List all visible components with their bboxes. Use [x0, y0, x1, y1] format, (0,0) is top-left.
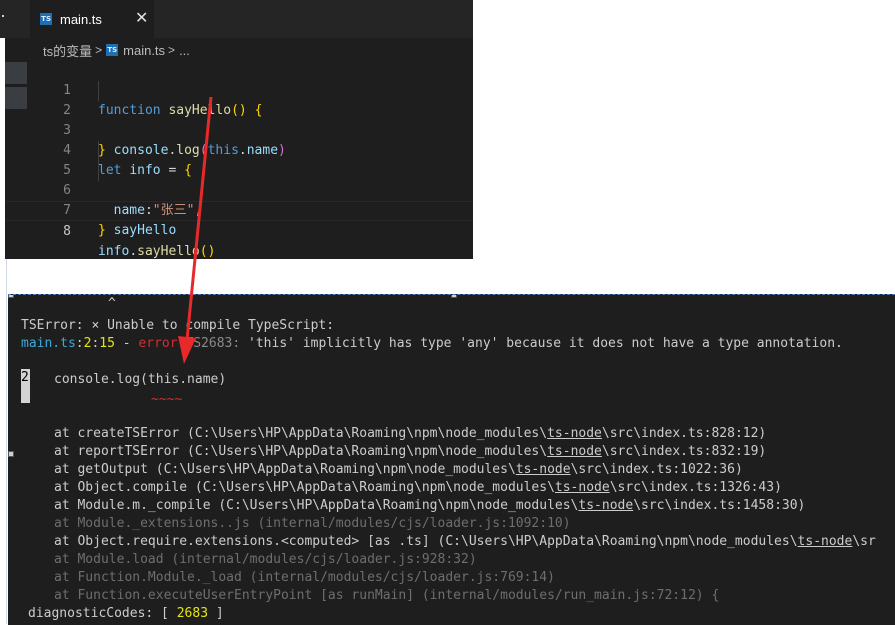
- caret-marker: ^: [108, 296, 116, 311]
- indent-guide: [98, 81, 99, 101]
- chevron-right-icon: >: [95, 43, 103, 57]
- stack-frame: at Function.executeUserEntryPoint [as ru…: [54, 588, 720, 603]
- selection-handle[interactable]: [8, 295, 14, 298]
- code-line[interactable]: 4 let info = {: [5, 121, 473, 178]
- error-location-line: main.ts:2:15 - error TS2683: 'this' impl…: [21, 336, 843, 351]
- stack-frame: at Module.load (internal/modules/cjs/loa…: [54, 552, 477, 567]
- breadcrumb-more[interactable]: ...: [179, 43, 190, 58]
- code-text: info.sayHello(): [98, 244, 216, 259]
- terminal-output[interactable]: ^ TSError: × Unable to compile TypeScrip…: [8, 294, 895, 625]
- left-edge-dot: [2, 15, 4, 17]
- indent-guide: [98, 141, 99, 161]
- code-line[interactable]: 5 name:"张三",: [5, 141, 473, 218]
- stack-frame: at createTSError (C:\Users\HP\AppData\Ro…: [54, 426, 767, 441]
- stack-frame: at Function.Module._load (internal/modul…: [54, 570, 555, 585]
- code-text: }: [98, 223, 106, 238]
- stack-frame: at Object.require.extensions.<computed> …: [54, 534, 876, 549]
- code-line[interactable]: 6 sayHello: [5, 161, 473, 238]
- stack-frame: at getOutput (C:\Users\HP\AppData\Roamin…: [54, 462, 743, 477]
- code-line[interactable]: 7 }: [5, 181, 473, 238]
- breadcrumb: ts的变量 > TS main.ts > ...: [43, 41, 190, 59]
- code-line-active[interactable]: 8 info.sayHello(): [5, 201, 473, 259]
- indent-guide: [98, 161, 99, 181]
- code-line[interactable]: 3 }: [5, 101, 473, 158]
- ts-file-icon: TS: [40, 13, 52, 25]
- diagnostic-codes-line: diagnosticCodes: [ 2683 ]: [28, 606, 224, 621]
- stack-frame: at Module.m._compile (C:\Users\HP\AppDat…: [54, 498, 806, 513]
- editor-tab-bar: TS main.ts ✕: [5, 0, 473, 38]
- ts-error-line: TSError: × Unable to compile TypeScript:: [21, 318, 335, 333]
- ts-file-icon: TS: [106, 44, 119, 56]
- stack-frame: at reportTSError (C:\Users\HP\AppData\Ro…: [54, 444, 767, 459]
- selection-handle[interactable]: [451, 295, 457, 298]
- chevron-right-icon: >: [168, 43, 176, 57]
- stack-frame: at Object.compile (C:\Users\HP\AppData\R…: [54, 480, 782, 495]
- breadcrumb-folder[interactable]: ts的变量: [43, 41, 92, 60]
- breadcrumb-file[interactable]: main.ts: [123, 43, 165, 58]
- line-number: 8: [63, 224, 71, 239]
- code-line[interactable]: 2 console.log(this.name): [5, 81, 473, 158]
- snippet-line-number: 2: [21, 369, 30, 403]
- selection-handle[interactable]: [8, 451, 14, 457]
- code-editor: TS main.ts ✕ ts的变量 > TS main.ts > ... 1 …: [5, 0, 473, 259]
- tab-main-ts[interactable]: TS main.ts ✕: [30, 0, 154, 38]
- stack-frame: at Module._extensions..js (internal/modu…: [54, 516, 571, 531]
- close-icon[interactable]: ✕: [135, 9, 148, 27]
- code-line[interactable]: 1 function sayHello() {: [5, 61, 473, 118]
- snippet-code: console.log(this.name): [54, 372, 227, 387]
- tab-label: main.ts: [60, 11, 102, 27]
- code-text: sayHello: [113, 223, 177, 238]
- error-squiggle: ~~~~: [151, 392, 183, 407]
